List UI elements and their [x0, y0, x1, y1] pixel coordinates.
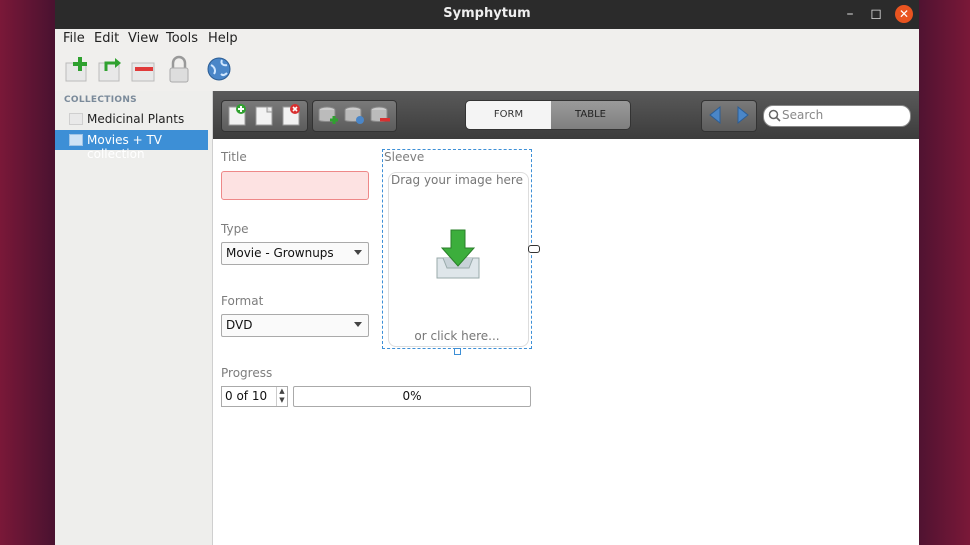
- title-label: Title: [221, 150, 247, 164]
- sleeve-drag-hint: Drag your image here: [391, 173, 523, 187]
- sidebar-item-medicinal-plants[interactable]: Medicinal Plants: [55, 109, 208, 129]
- title-field[interactable]: [221, 171, 369, 200]
- sleeve-click-hint: or click here...: [414, 329, 500, 343]
- new-collection-icon[interactable]: [63, 55, 91, 83]
- window-title: Symphytum: [443, 6, 531, 21]
- spin-buttons[interactable]: ▲ ▼: [276, 387, 287, 406]
- title-bar: Symphytum – ◻ ✕: [55, 0, 919, 29]
- duplicate-collection-icon[interactable]: [96, 55, 124, 83]
- progress-label: Progress: [221, 366, 273, 380]
- download-arrow-icon: [436, 229, 480, 279]
- menu-view[interactable]: View: [128, 31, 159, 46]
- progress-percent: 0%: [402, 389, 422, 403]
- minimize-button[interactable]: –: [840, 4, 860, 24]
- new-record-icon[interactable]: [226, 103, 248, 127]
- type-label: Type: [221, 222, 249, 236]
- tab-table[interactable]: TABLE: [551, 101, 630, 129]
- sleeve-image-drop[interactable]: Drag your image here or click here...: [382, 149, 540, 355]
- navigation-group: [701, 100, 757, 132]
- search-input[interactable]: Search: [763, 105, 911, 127]
- menu-tools[interactable]: Tools: [166, 31, 198, 46]
- add-field-icon[interactable]: [317, 103, 339, 127]
- collections-sidebar: COLLECTIONS Medicinal Plants Movies + TV…: [55, 91, 213, 545]
- view-mode-toggle: FORM TABLE: [465, 100, 631, 130]
- edit-field-icon[interactable]: [343, 103, 365, 127]
- resize-handle-horizontal[interactable]: [528, 245, 540, 253]
- remove-field-icon[interactable]: [369, 103, 391, 127]
- type-value: Movie - Grownups: [226, 246, 334, 260]
- field-button-group: [312, 100, 397, 132]
- search-icon: [768, 109, 781, 122]
- format-dropdown[interactable]: DVD: [221, 314, 369, 337]
- format-label: Format: [221, 294, 264, 308]
- maximize-button[interactable]: ◻: [866, 4, 886, 24]
- menu-file[interactable]: File: [63, 31, 85, 46]
- app-window: Symphytum – ◻ ✕ File Edit View Tools Hel…: [55, 0, 919, 545]
- close-button[interactable]: ✕: [895, 5, 913, 23]
- collection-icon: [69, 113, 83, 125]
- resize-handle-vertical[interactable]: [454, 348, 461, 355]
- format-value: DVD: [226, 318, 253, 332]
- collection-icon: [69, 134, 83, 146]
- progress-spin-value: 0 of 10: [225, 389, 268, 403]
- previous-record-icon[interactable]: [705, 103, 727, 127]
- chevron-down-icon: [354, 322, 362, 327]
- sidebar-item-movies-tv[interactable]: Movies + TV collection: [55, 130, 208, 161]
- menu-bar: File Edit View Tools Help: [55, 29, 919, 49]
- globe-icon[interactable]: [205, 55, 233, 83]
- lock-icon[interactable]: [165, 55, 193, 83]
- tab-form[interactable]: FORM: [466, 101, 551, 129]
- delete-record-icon[interactable]: [280, 103, 302, 127]
- next-record-icon[interactable]: [731, 103, 753, 127]
- menu-edit[interactable]: Edit: [94, 31, 119, 46]
- record-button-group: [221, 100, 308, 132]
- type-dropdown[interactable]: Movie - Grownups: [221, 242, 369, 265]
- progress-spinbox[interactable]: 0 of 10 ▲ ▼: [221, 386, 288, 407]
- sidebar-item-label: Medicinal Plants: [87, 112, 185, 126]
- progress-bar: 0%: [293, 386, 531, 407]
- duplicate-record-icon[interactable]: [253, 103, 275, 127]
- collections-heading: COLLECTIONS: [64, 95, 137, 105]
- record-form: Title Type Movie - Grownups Format DVD S…: [213, 139, 919, 545]
- search-placeholder: Search: [782, 108, 824, 122]
- record-toolbar: FORM TABLE Search: [213, 91, 919, 140]
- main-toolbar: [55, 49, 919, 92]
- menu-help[interactable]: Help: [208, 31, 238, 46]
- chevron-down-icon: [354, 250, 362, 255]
- sidebar-item-label: Movies + TV collection: [87, 133, 162, 161]
- delete-collection-icon[interactable]: [129, 55, 157, 83]
